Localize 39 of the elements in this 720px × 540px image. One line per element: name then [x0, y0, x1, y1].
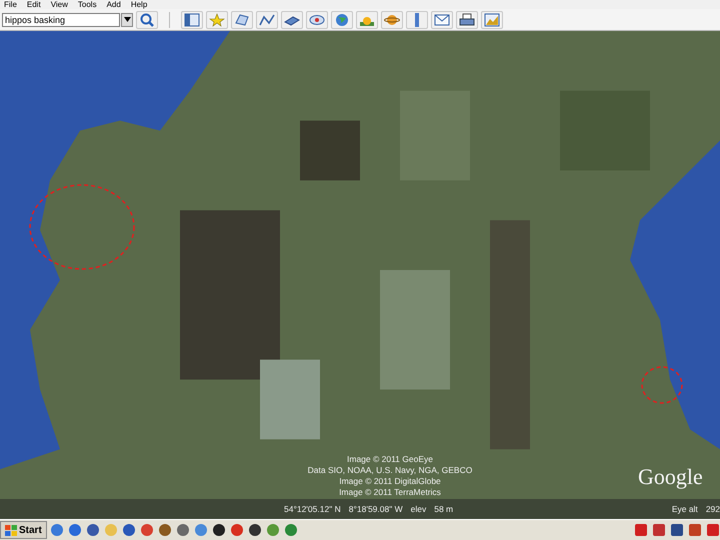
eye-altitude-label: Eye alt [672, 504, 698, 514]
logo-text: Google [638, 464, 703, 490]
image-icon[interactable] [481, 10, 503, 28]
eye-altitude-value: 292 [706, 504, 720, 514]
tray-icon[interactable] [669, 522, 684, 538]
latitude-text: 54°12'05.12" N [284, 504, 341, 514]
polygon-icon[interactable] [231, 10, 253, 28]
printer-icon[interactable] [456, 10, 478, 28]
attribution-text: Image © 2011 DigitalGlobe [339, 476, 441, 487]
path-icon[interactable] [256, 10, 278, 28]
menu-item[interactable]: Help [130, 0, 148, 9]
menu-item[interactable]: File [4, 0, 17, 9]
sidebar-icon[interactable] [181, 10, 203, 28]
attribution-text: Data SIO, NOAA, U.S. Navy, NGA, GEBCO [308, 465, 472, 476]
attribution-text: Image © 2011 TerraMetrics [339, 487, 441, 498]
globe-icon[interactable] [331, 10, 353, 28]
menu-item[interactable]: Add [106, 0, 121, 9]
longitude-text: 8°18'59.08" W [348, 504, 403, 514]
elevation-label: elev [410, 504, 426, 514]
planet-icon[interactable] [381, 10, 403, 28]
circle-marker [640, 365, 684, 405]
flag-icon [5, 524, 17, 536]
star-icon[interactable] [206, 10, 228, 28]
menu-item[interactable]: Edit [26, 0, 41, 9]
ruler-icon[interactable] [406, 10, 428, 28]
search-button[interactable] [136, 10, 158, 28]
elevation-value: 58 m [434, 504, 454, 514]
search-field[interactable]: hippos basking [2, 12, 120, 26]
menu-item[interactable]: Tools [78, 0, 97, 9]
start-button[interactable]: Start [0, 521, 47, 539]
sun-icon[interactable] [356, 10, 378, 28]
attribution-text: Image © 2011 GeoEye [347, 454, 433, 465]
tray-icon[interactable] [651, 522, 666, 538]
tray-icon[interactable] [633, 522, 648, 538]
menu-item[interactable]: View [50, 0, 68, 9]
tray-icon[interactable] [705, 522, 720, 538]
envelope-icon[interactable] [431, 10, 453, 28]
tray-icon[interactable] [687, 522, 702, 538]
overlay-icon[interactable] [281, 10, 303, 28]
